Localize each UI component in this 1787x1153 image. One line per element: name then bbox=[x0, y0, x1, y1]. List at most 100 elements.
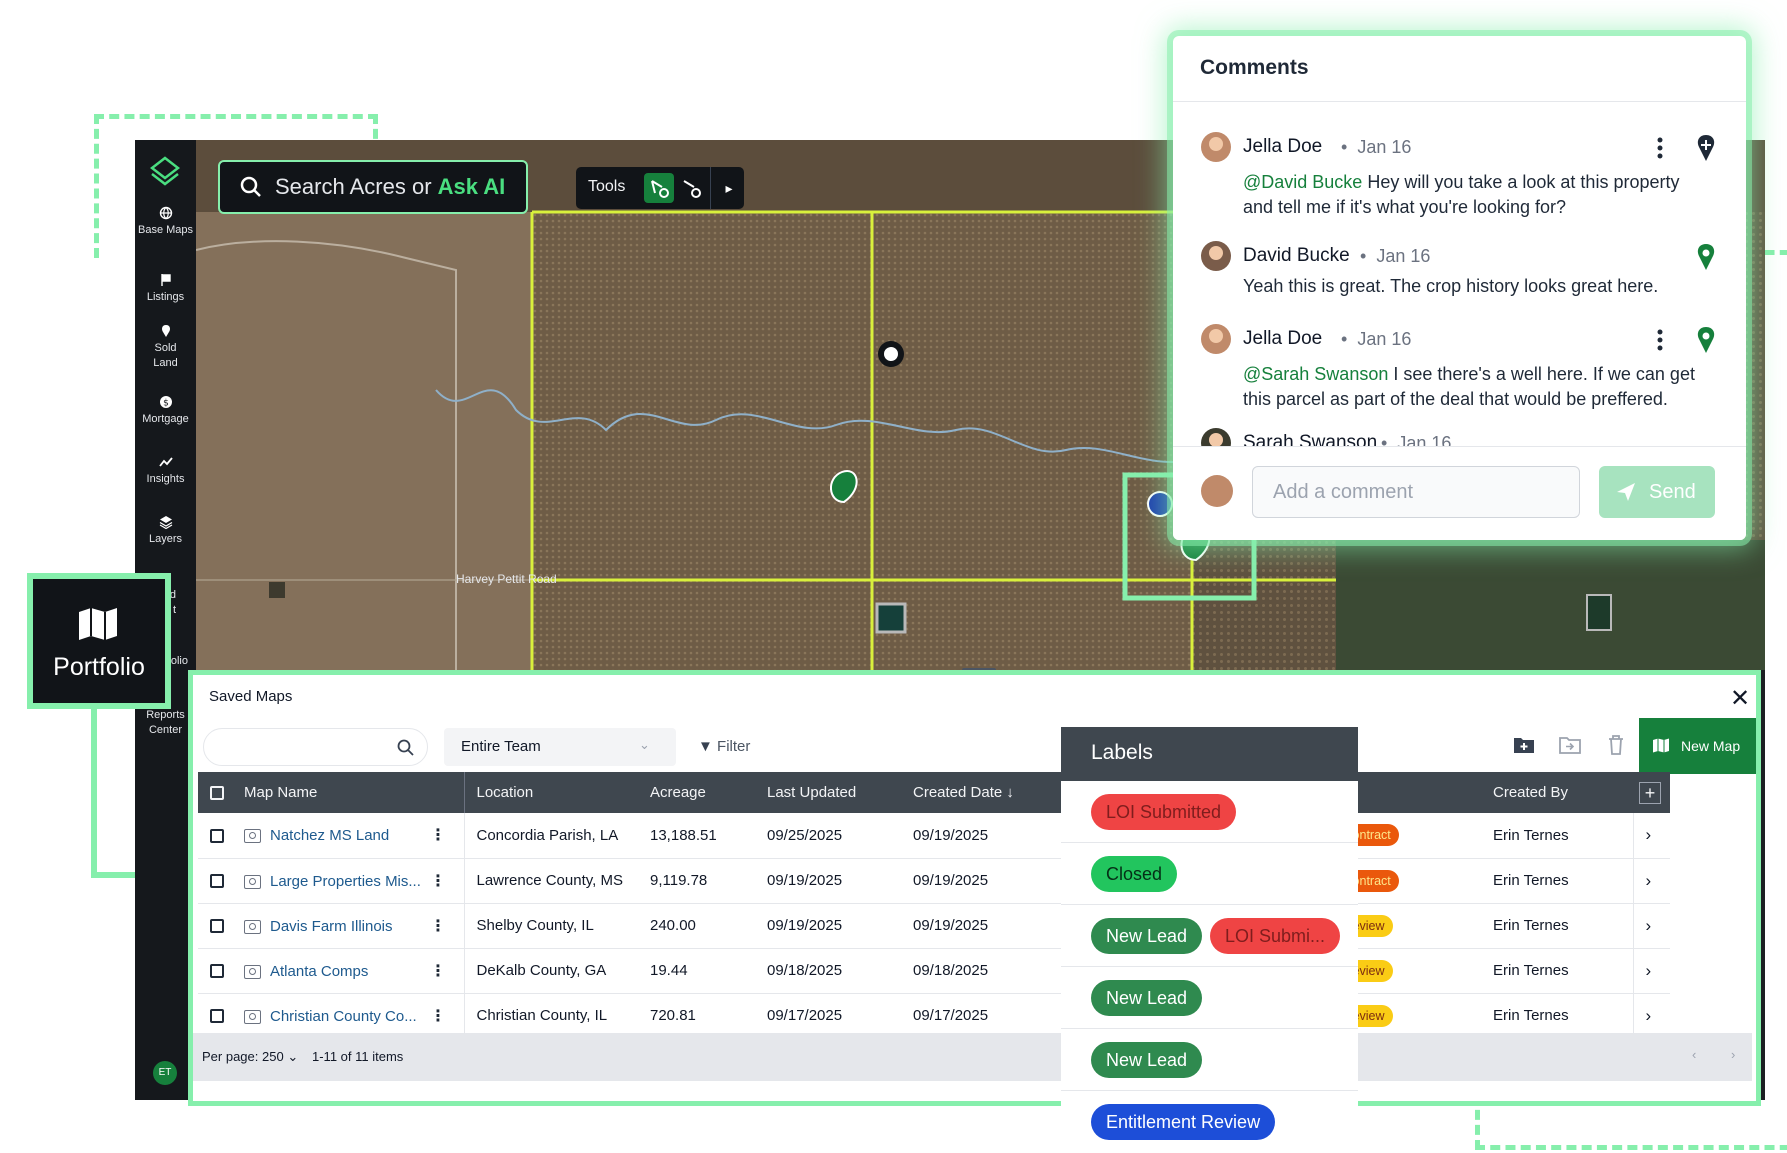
row-checkbox[interactable] bbox=[198, 903, 232, 949]
table-row[interactable]: Christian County Co... ⋮ Christian County… bbox=[198, 993, 1670, 1039]
label-pill[interactable]: New Lead bbox=[1091, 1042, 1203, 1078]
sidebar-item-label: Layers bbox=[148, 533, 183, 545]
sidebar-item-mortgage[interactable]: $ Mortgage bbox=[135, 395, 196, 427]
close-icon[interactable]: ✕ bbox=[1730, 684, 1750, 713]
add-folder-icon[interactable] bbox=[1513, 734, 1535, 756]
comment-composer: Add a comment Send bbox=[1173, 446, 1746, 540]
row-more-options-icon[interactable]: ⋮ bbox=[430, 827, 446, 844]
chevron-right-icon: › bbox=[1645, 1005, 1652, 1025]
column-header-last-updated[interactable]: Last Updated bbox=[755, 772, 901, 813]
row-checkbox[interactable] bbox=[198, 858, 232, 904]
table-row[interactable]: Natchez MS Land ⋮ Concordia Parish, LA 13… bbox=[198, 813, 1670, 859]
measure-tool-button[interactable] bbox=[676, 173, 706, 203]
map-name-link[interactable]: Natchez MS Land bbox=[270, 827, 430, 844]
location-pin-icon[interactable] bbox=[1695, 243, 1717, 271]
row-open-button[interactable]: › bbox=[1632, 903, 1670, 949]
row-open-button[interactable]: › bbox=[1632, 813, 1670, 859]
portfolio-button[interactable]: Portfolio bbox=[27, 573, 171, 709]
label-pill[interactable]: LOI Submi... bbox=[1210, 918, 1341, 954]
map-name-link[interactable]: Atlanta Comps bbox=[270, 963, 430, 980]
table-row[interactable]: Atlanta Comps ⋮ DeKalb County, GA 19.44 0… bbox=[198, 948, 1670, 994]
move-to-folder-icon[interactable] bbox=[1559, 734, 1581, 756]
add-location-pin-icon[interactable] bbox=[1695, 134, 1717, 162]
sidebar-item-layers[interactable]: Layers bbox=[135, 515, 196, 547]
sidebar-item-insights[interactable]: Insights bbox=[135, 455, 196, 487]
more-options-icon[interactable] bbox=[1657, 136, 1663, 160]
row-open-button[interactable]: › bbox=[1632, 993, 1670, 1039]
new-map-label: New Map bbox=[1681, 738, 1741, 754]
expand-tools-button[interactable]: ▸ bbox=[714, 173, 744, 203]
table-row[interactable]: Large Properties Mis... ⋮ Lawrence County… bbox=[198, 858, 1670, 904]
table-row[interactable]: Davis Farm Illinois ⋮ Shelby County, IL 2… bbox=[198, 903, 1670, 949]
new-map-button[interactable]: New Map bbox=[1639, 718, 1757, 774]
map-name-link[interactable]: Large Properties Mis... bbox=[270, 873, 430, 890]
label-pill[interactable]: New Lead bbox=[1091, 980, 1203, 1016]
globe-icon bbox=[159, 206, 172, 220]
last-updated-cell: 09/19/2025 bbox=[755, 903, 901, 949]
label-row[interactable]: Entitlement Review bbox=[1061, 1091, 1358, 1153]
label-row[interactable]: New Lead bbox=[1061, 967, 1358, 1029]
prev-page-icon[interactable]: ‹ bbox=[1692, 1047, 1696, 1062]
sidebar-item-label: Base Maps bbox=[137, 224, 194, 236]
row-more-options-icon[interactable]: ⋮ bbox=[430, 873, 446, 890]
row-checkbox[interactable] bbox=[198, 993, 232, 1039]
label-row[interactable]: LOI Submitted bbox=[1061, 781, 1358, 843]
row-checkbox[interactable] bbox=[198, 948, 232, 994]
lasso-tool-button[interactable] bbox=[644, 173, 674, 203]
column-header-acreage[interactable]: Acreage bbox=[638, 772, 755, 813]
trash-icon[interactable] bbox=[1605, 734, 1627, 756]
team-select[interactable]: Entire Team ⌄ bbox=[444, 728, 676, 766]
resize-handle[interactable] bbox=[962, 668, 996, 672]
comments-title: Comments bbox=[1173, 36, 1746, 102]
map-name-cell[interactable]: Davis Farm Illinois ⋮ bbox=[232, 903, 465, 949]
add-column-button[interactable]: + bbox=[1633, 772, 1670, 813]
map-name-link[interactable]: Davis Farm Illinois bbox=[270, 918, 430, 935]
sidebar-item-base-maps[interactable]: Base Maps bbox=[135, 206, 196, 238]
filter-button[interactable]: ▼ Filter bbox=[698, 738, 750, 755]
label-pill[interactable]: Entitlement Review bbox=[1091, 1104, 1276, 1140]
sidebar-item-sold-land[interactable]: Sold Land bbox=[135, 324, 196, 371]
per-page-select[interactable]: Per page: 250 ⌄ bbox=[202, 1049, 298, 1065]
acreage-cell: 720.81 bbox=[638, 993, 755, 1039]
measure-icon bbox=[683, 180, 701, 198]
filter-icon: ▼ bbox=[698, 738, 713, 755]
label-pill[interactable]: New Lead bbox=[1091, 918, 1203, 954]
map-name-link[interactable]: Christian County Co... bbox=[270, 1008, 430, 1025]
labels-dropdown: Labels LOI Submitted Closed New Lead LOI… bbox=[1061, 727, 1358, 1152]
chevron-down-icon: ⌄ bbox=[639, 737, 650, 752]
comment-input[interactable]: Add a comment bbox=[1252, 466, 1580, 518]
sidebar-item-reports-center[interactable]: Reports Center bbox=[135, 708, 196, 738]
location-pin-icon[interactable] bbox=[1695, 326, 1717, 354]
row-more-options-icon[interactable]: ⋮ bbox=[430, 1008, 446, 1025]
more-options-icon[interactable] bbox=[1657, 328, 1663, 352]
column-header-created-by[interactable]: Created By bbox=[1481, 772, 1633, 813]
label-pill[interactable]: Closed bbox=[1091, 856, 1178, 892]
acreage-cell: 13,188.51 bbox=[638, 813, 755, 859]
label-row[interactable]: New Lead LOI Submi... bbox=[1061, 905, 1358, 967]
next-page-icon[interactable]: › bbox=[1731, 1047, 1735, 1062]
label-row[interactable]: Closed bbox=[1061, 843, 1358, 905]
row-open-button[interactable]: › bbox=[1632, 858, 1670, 904]
map-name-cell[interactable]: Atlanta Comps ⋮ bbox=[232, 948, 465, 994]
created-by-cell: Erin Ternes bbox=[1481, 813, 1633, 859]
send-button[interactable]: Send bbox=[1599, 466, 1715, 518]
label-row[interactable]: New Lead bbox=[1061, 1029, 1358, 1091]
row-more-options-icon[interactable]: ⋮ bbox=[430, 963, 446, 980]
row-more-options-icon[interactable]: ⋮ bbox=[430, 918, 446, 935]
select-all-checkbox[interactable] bbox=[198, 772, 232, 813]
label-pill[interactable]: LOI Submitted bbox=[1091, 794, 1237, 830]
map-name-cell[interactable]: Christian County Co... ⋮ bbox=[232, 993, 465, 1039]
pin-icon bbox=[161, 325, 170, 337]
comment-mention: @David Bucke bbox=[1243, 172, 1363, 192]
user-avatar[interactable]: ET bbox=[153, 1061, 177, 1085]
map-name-cell[interactable]: Natchez MS Land ⋮ bbox=[232, 813, 465, 859]
column-header-location[interactable]: Location bbox=[464, 772, 638, 813]
search-input[interactable]: Search Acres or Ask AI bbox=[218, 160, 528, 214]
row-checkbox[interactable] bbox=[198, 813, 232, 859]
row-open-button[interactable]: › bbox=[1632, 948, 1670, 994]
map-name-cell[interactable]: Large Properties Mis... ⋮ bbox=[232, 858, 465, 904]
created-by-cell: Erin Ternes bbox=[1481, 993, 1633, 1039]
column-header-map-name[interactable]: Map Name bbox=[232, 772, 465, 813]
sidebar-item-listings[interactable]: Listings bbox=[135, 273, 196, 305]
maps-search-input[interactable] bbox=[203, 728, 428, 766]
